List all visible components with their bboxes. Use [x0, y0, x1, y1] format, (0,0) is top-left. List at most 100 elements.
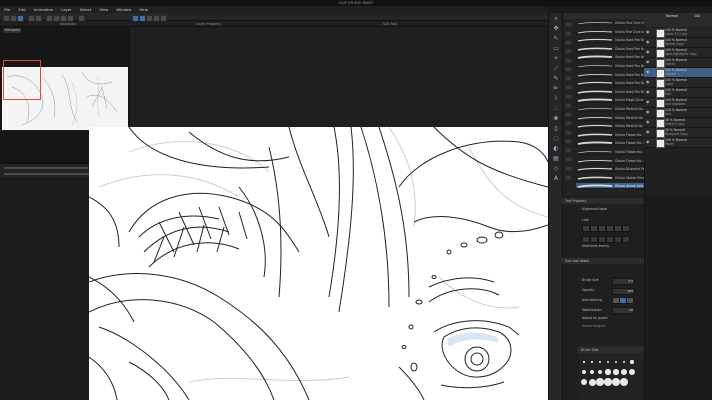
- visibility-eye-icon[interactable]: ◉: [646, 140, 650, 144]
- sub-tool-group-icon[interactable]: [565, 94, 572, 99]
- eyedropper-icon[interactable]: ⟋: [552, 65, 560, 73]
- sub-tool-group-icon[interactable]: [565, 175, 572, 180]
- align-middle-button[interactable]: [614, 225, 622, 232]
- sub-tool-group-icon[interactable]: [565, 76, 572, 81]
- brush-item[interactable]: Okuha Flower No. 1: [576, 132, 644, 138]
- visibility-eye-icon[interactable]: ◉: [646, 100, 650, 104]
- airbrush-icon[interactable]: ∴: [552, 105, 560, 113]
- brush-item[interactable]: Okuha Fine Cure Inc.: [576, 29, 644, 35]
- auto-select-icon[interactable]: ✧: [552, 55, 560, 63]
- distribute-bottom-button[interactable]: [622, 236, 630, 243]
- brush-size-preset[interactable]: [604, 378, 612, 386]
- distribute-top-button[interactable]: [606, 236, 614, 243]
- sub-tool-group-icon[interactable]: [565, 103, 572, 108]
- blend-mode-select[interactable]: Normal: [666, 14, 678, 18]
- visibility-eye-icon[interactable]: ◉: [646, 40, 650, 44]
- visibility-eye-icon[interactable]: ◉: [646, 60, 650, 64]
- layer-row[interactable]: ◉ 100 % Normal light highlights Copy: [644, 48, 712, 58]
- visibility-eye-icon[interactable]: ◉: [646, 50, 650, 54]
- layer-row[interactable]: ◉ 30 % Normal Sketch Copy: [644, 118, 712, 128]
- pen-icon[interactable]: ✎: [552, 75, 560, 83]
- brush-size-preset[interactable]: [591, 361, 593, 363]
- sub-tool-group-icon[interactable]: [565, 31, 572, 36]
- menu-help[interactable]: Help: [139, 7, 148, 12]
- distribute-right-button[interactable]: [598, 236, 606, 243]
- visibility-eye-icon[interactable]: ◉: [646, 110, 650, 114]
- brush-size-preset[interactable]: [605, 369, 611, 375]
- brush-size-preset[interactable]: [630, 360, 634, 364]
- distribute-left-button[interactable]: [582, 236, 590, 243]
- brush-size-preset[interactable]: [621, 369, 627, 375]
- visibility-eye-icon[interactable]: ◉: [646, 120, 650, 124]
- visibility-eye-icon[interactable]: ◉: [646, 30, 650, 34]
- pencil-icon[interactable]: ✏: [552, 85, 560, 93]
- visibility-eye-icon[interactable]: ◉: [646, 70, 650, 74]
- sub-tool-group-icon[interactable]: [565, 40, 572, 45]
- brush-size-preset[interactable]: [606, 360, 610, 364]
- brush-item[interactable]: Okuha Particle No. 2: [576, 115, 644, 121]
- gradient-icon[interactable]: ▤: [552, 155, 560, 163]
- brush-item[interactable]: Okuha Magic Dust No.: [576, 97, 644, 104]
- visibility-eye-icon[interactable]: ◉: [646, 80, 650, 84]
- operation-icon[interactable]: ↖: [552, 35, 560, 43]
- visibility-eye-icon[interactable]: ◉: [646, 90, 650, 94]
- brush-item[interactable]: Okuha Hard Pen No. 5: [576, 72, 644, 78]
- brush-item[interactable]: Okuha Hard Pen No. 7: [576, 89, 644, 95]
- brush-item[interactable]: Okuha Sketch Pencil: [576, 175, 644, 181]
- distribute-middle-button[interactable]: [614, 236, 622, 243]
- sub-tool-group-icon[interactable]: [565, 112, 572, 117]
- sub-tool-group-icon[interactable]: [565, 139, 572, 144]
- align-left-button[interactable]: [582, 225, 590, 232]
- layer-opacity-value[interactable]: 100: [694, 14, 700, 18]
- brush-item[interactable]: Okuha Flower No. 3: [576, 149, 644, 155]
- fill-icon[interactable]: ◐: [552, 145, 560, 153]
- brush-size-value[interactable]: 5.0: [612, 278, 635, 285]
- brush-item[interactable]: Okuha Anime Line Art: [576, 183, 644, 190]
- move-icon[interactable]: ✥: [552, 25, 560, 33]
- layer-row[interactable]: ◉ 100 % Normal hair shadows: [644, 98, 712, 108]
- brush-item[interactable]: Okuha Hard Pen No. 3: [576, 54, 644, 61]
- distribute-center-button[interactable]: [590, 236, 598, 243]
- brush-size-preset[interactable]: [583, 361, 585, 363]
- navigator-tab[interactable]: Navigator: [3, 28, 21, 33]
- sub-tool-group-icon[interactable]: [565, 130, 572, 135]
- figure-icon[interactable]: ◇: [552, 165, 560, 173]
- brush-size-preset[interactable]: [588, 378, 596, 386]
- layer-row[interactable]: ◉ 100 % Normal Layer: [644, 78, 712, 88]
- align-center-button[interactable]: [590, 225, 598, 232]
- menu-file[interactable]: File: [4, 7, 10, 12]
- brush-item[interactable]: Okuha Particle No. 3: [576, 123, 644, 130]
- brush-size-preset[interactable]: [619, 377, 629, 387]
- layer-row[interactable]: ◉ 30 % Normal Blueprint Copy: [644, 128, 712, 138]
- layer-row[interactable]: ◉ 100 % Normal Okuha Copy: [644, 38, 712, 48]
- eraser-icon[interactable]: ▯: [552, 125, 560, 133]
- brush-size-preset[interactable]: [613, 369, 619, 375]
- layer-row[interactable]: ◉ 100 % Normal hair: [644, 108, 712, 118]
- menu-window[interactable]: Window: [116, 7, 131, 12]
- menu-animation[interactable]: Animation: [34, 7, 53, 12]
- layer-row[interactable]: ◉ 100 % Normal Lineart: [644, 68, 712, 78]
- opacity-value[interactable]: 100: [612, 288, 635, 295]
- selection-icon[interactable]: ▭: [552, 45, 560, 53]
- zoom-icon[interactable]: ⌕: [552, 15, 560, 23]
- visibility-eye-icon[interactable]: ◉: [646, 130, 650, 134]
- menu-select[interactable]: Select: [80, 7, 92, 12]
- brush-item[interactable]: Okuha Flower No. 2: [576, 140, 644, 147]
- sub-tool-group-icon[interactable]: [565, 22, 572, 27]
- sub-tool-group-icon[interactable]: [565, 58, 572, 63]
- brush-item[interactable]: Okuha Blueprint Pencil: [576, 166, 644, 173]
- sub-tool-group-icon[interactable]: [565, 121, 572, 126]
- layer-row[interactable]: ◉ 100 % Normal Hair: [644, 88, 712, 98]
- anti-alias-strong-button[interactable]: [626, 297, 634, 304]
- drawing-canvas[interactable]: [89, 127, 548, 400]
- brush-size-preset[interactable]: [596, 378, 604, 386]
- layer-row[interactable]: ◉ 100 % Normal Paper: [644, 138, 712, 148]
- brush-item[interactable]: Okuha Hard Pen No. 6: [576, 80, 644, 87]
- sub-tool-group-icon[interactable]: [565, 157, 572, 162]
- decoration-icon[interactable]: ❀: [552, 115, 560, 123]
- brush-size-preset[interactable]: [612, 378, 620, 386]
- stabilization-value[interactable]: 20: [612, 307, 635, 314]
- menu-layer[interactable]: Layer: [61, 7, 72, 12]
- text-icon[interactable]: A: [552, 175, 560, 183]
- brush-item[interactable]: Okuha Fine Cure Inc.: [576, 20, 644, 26]
